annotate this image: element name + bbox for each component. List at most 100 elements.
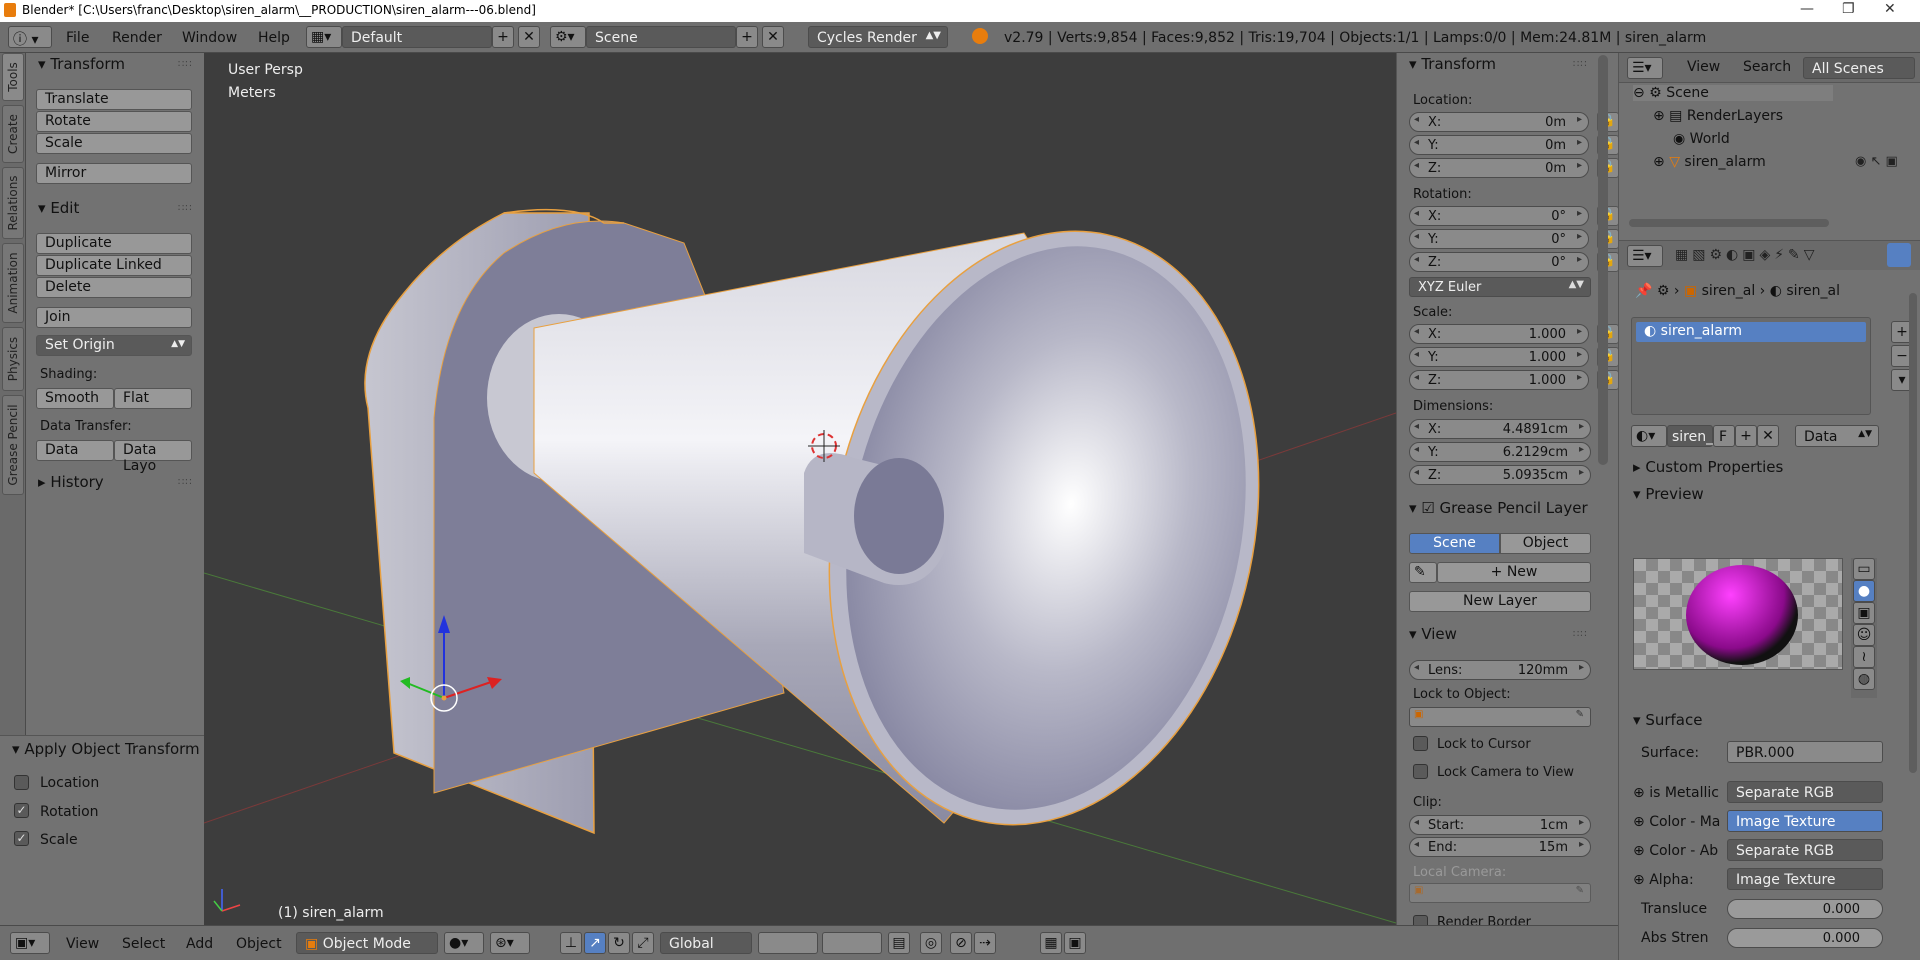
grease-object-tab[interactable]: Object — [1500, 533, 1591, 554]
outliner-item-world[interactable]: ◉ World — [1673, 131, 1730, 147]
material-slot-item[interactable]: ◐ siren_alarm — [1636, 322, 1866, 342]
menu-add[interactable]: Add — [186, 936, 213, 952]
rotate-button[interactable]: Rotate — [36, 111, 192, 132]
smooth-button[interactable]: Smooth — [36, 388, 114, 409]
lock-layers-icon[interactable]: ▤ — [888, 932, 910, 954]
tab-grease-pencil[interactable]: Grease Pencil — [2, 395, 24, 495]
rotation-y-field[interactable]: ◂ Y: 0° ▸ — [1409, 229, 1589, 249]
viewport-canvas[interactable] — [204, 53, 1396, 925]
link-data-dropdown[interactable]: Data ▲▼ — [1795, 425, 1879, 447]
outliner-scrollbar[interactable] — [1629, 219, 1829, 227]
lens-field[interactable]: ◂ Lens: 120mm ▸ — [1409, 660, 1591, 680]
screen-layout-field[interactable]: Default — [342, 26, 492, 48]
mirror-button[interactable]: Mirror — [36, 163, 192, 184]
outliner-view-menu[interactable]: View — [1687, 59, 1720, 75]
rotation-mode-dropdown[interactable]: XYZ Euler ▲▼ — [1409, 277, 1591, 297]
material-name-field[interactable]: siren_ — [1667, 425, 1713, 447]
screen-layout-icon[interactable]: ▦▾ — [306, 26, 342, 48]
translate-button[interactable]: Translate — [36, 89, 192, 110]
drag-handle-icon[interactable]: ∷∷ — [178, 477, 193, 488]
preview-cube-icon[interactable]: ▣ — [1853, 602, 1875, 624]
editor-type-button[interactable]: ⓘ ▾ — [8, 26, 52, 48]
view-panel-header[interactable]: ▾ View — [1409, 625, 1457, 643]
drag-handle-icon[interactable]: ∷∷ — [1573, 629, 1588, 640]
tab-create[interactable]: Create — [2, 105, 24, 163]
rotation-checkbox[interactable]: ✓ — [14, 803, 29, 818]
scale-z-field[interactable]: ◂ Z: 1.000 ▸ — [1409, 370, 1589, 390]
layer-buttons-2[interactable] — [822, 932, 882, 954]
input-color-ma-field[interactable]: Image Texture — [1727, 810, 1883, 832]
render-animation-icon[interactable]: ▣ — [1064, 932, 1086, 954]
new-grease-button[interactable]: + New — [1437, 562, 1591, 583]
material-tab-icon[interactable] — [1887, 243, 1911, 267]
rotation-z-field[interactable]: ◂ Z: 0° ▸ — [1409, 252, 1589, 272]
material-browse-icon[interactable]: ◐▾ — [1631, 425, 1667, 447]
properties-scrollbar[interactable] — [1909, 293, 1917, 773]
editor-type-3d-icon[interactable]: ▣▾ — [10, 932, 50, 954]
menu-select[interactable]: Select — [122, 936, 165, 952]
lock-camera-checkbox[interactable] — [1413, 764, 1428, 779]
add-scene-icon[interactable]: + — [736, 26, 758, 48]
location-y-field[interactable]: ◂ Y: 0m ▸ — [1409, 135, 1589, 155]
grease-pencil-header[interactable]: ▾ ☑ Grease Pencil Layer — [1409, 499, 1597, 517]
visibility-eye-icon[interactable]: ◉ ↖ ▣ — [1855, 154, 1898, 169]
remove-scene-icon[interactable]: ✕ — [762, 26, 784, 48]
menu-object[interactable]: Object — [236, 936, 282, 952]
drag-handle-icon[interactable]: ∷∷ — [178, 59, 193, 70]
preview-type-buttons[interactable]: ▭ ● ▣ ☺ ≀ ◍ — [1851, 558, 1877, 698]
unlink-material-icon[interactable]: ✕ — [1757, 425, 1779, 447]
location-z-field[interactable]: ◂ Z: 0m ▸ — [1409, 158, 1589, 178]
scene-field[interactable]: Scene — [586, 26, 736, 48]
rotate-manipulator-icon[interactable]: ↻ — [608, 932, 630, 954]
fake-user-button[interactable]: F — [1713, 425, 1735, 447]
manipulator-toggle-icon[interactable]: ⊥ — [560, 932, 582, 954]
mode-dropdown[interactable]: ▣ Object Mode — [296, 932, 438, 954]
drag-handle-icon[interactable]: ∷∷ — [178, 203, 193, 214]
tab-physics[interactable]: Physics — [2, 327, 24, 391]
outliner-item-renderlayers[interactable]: ⊕ ▤ RenderLayers — [1653, 108, 1783, 124]
close-button[interactable]: ✕ — [1884, 1, 1896, 17]
render-engine-dropdown[interactable]: Cycles Render ▲▼ — [808, 26, 948, 48]
outliner-filter-dropdown[interactable]: All Scenes — [1803, 57, 1915, 79]
duplicate-button[interactable]: Duplicate — [36, 233, 192, 254]
input-alpha-field[interactable]: Image Texture — [1727, 868, 1883, 890]
data-button[interactable]: Data — [36, 440, 114, 461]
scene-icon[interactable]: ⚙▾ — [550, 26, 586, 48]
proportional-edit-icon[interactable]: ◎ — [920, 932, 942, 954]
lock-object-field[interactable]: ▣ ✎ — [1409, 707, 1591, 727]
minimize-button[interactable]: — — [1800, 1, 1814, 17]
outliner-item-scene[interactable]: ⊖ ⚙ Scene — [1633, 85, 1833, 101]
preview-plane-icon[interactable]: ▭ — [1853, 558, 1875, 580]
tab-animation[interactable]: Animation — [2, 243, 24, 323]
pencil-icon[interactable]: ✎ — [1409, 562, 1437, 583]
menu-render[interactable]: Render — [112, 30, 162, 46]
surface-shader-field[interactable]: PBR.000 — [1727, 741, 1883, 763]
translucent-field[interactable]: 0.000 — [1727, 899, 1883, 919]
history-panel-header[interactable]: ▸ History — [38, 473, 104, 491]
new-material-icon[interactable]: + — [1735, 425, 1757, 447]
add-screen-icon[interactable]: + — [492, 26, 514, 48]
outliner-editor-icon[interactable]: ☰▾ — [1627, 57, 1663, 79]
set-origin-dropdown[interactable]: Set Origin ▲▼ — [36, 335, 192, 356]
duplicate-linked-button[interactable]: Duplicate Linked — [36, 255, 192, 276]
n-transform-header[interactable]: ▾ Transform — [1409, 55, 1496, 73]
rotation-x-field[interactable]: ◂ X: 0° ▸ — [1409, 206, 1589, 226]
layer-buttons[interactable] — [758, 932, 818, 954]
material-slot-list[interactable]: ◐ siren_alarm — [1631, 317, 1871, 415]
snap-icon[interactable]: ⊘ — [950, 932, 972, 954]
preview-hair-icon[interactable]: ≀ — [1853, 646, 1875, 668]
preview-world-icon[interactable]: ◍ — [1853, 668, 1875, 690]
render-opengl-icon[interactable]: ▦ — [1040, 932, 1062, 954]
flat-button[interactable]: Flat — [114, 388, 192, 409]
menu-window[interactable]: Window — [182, 30, 237, 46]
dimension-y-field[interactable]: ◂ Y: 6.2129cm ▸ — [1409, 442, 1591, 462]
transform-panel-header[interactable]: ▾ Transform — [38, 55, 125, 73]
tab-relations[interactable]: Relations — [2, 167, 24, 239]
tab-tools[interactable]: Tools — [2, 53, 24, 101]
join-button[interactable]: Join — [36, 307, 192, 328]
outliner-item-siren[interactable]: ⊕ ▽ siren_alarm — [1653, 154, 1766, 170]
edit-panel-header[interactable]: ▾ Edit — [38, 199, 79, 217]
snap-target-icon[interactable]: ⇢ — [974, 932, 996, 954]
menu-view[interactable]: View — [66, 936, 99, 952]
operator-panel-header[interactable]: ▾ Apply Object Transform — [12, 740, 200, 758]
